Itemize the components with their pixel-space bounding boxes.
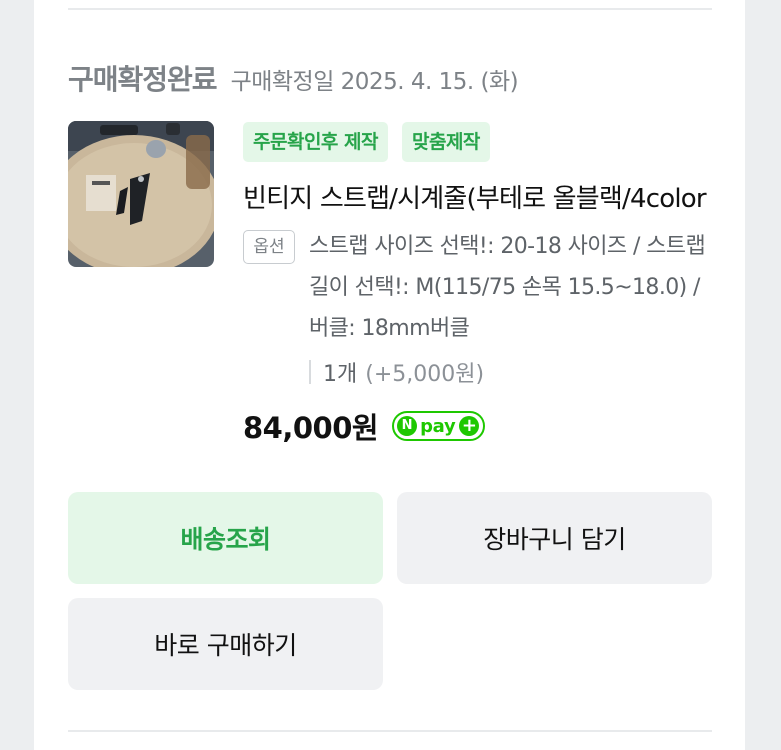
quantity-divider (309, 360, 311, 384)
extra-price: (+5,000원) (365, 362, 485, 387)
add-to-cart-button[interactable]: 장바구니 담기 (397, 492, 712, 584)
tag-custom-made: 맞춤제작 (401, 122, 490, 162)
npay-plus-badge: N pay + (392, 411, 486, 441)
product-price: 84,000원 (243, 411, 379, 445)
order-status: 구매확정완료 (68, 63, 218, 96)
quantity-row: 1개 (+5,000원) (309, 356, 484, 388)
npay-plus-icon: + (459, 416, 480, 436)
option-badge: 옵션 (243, 230, 295, 264)
order-card: 구매확정완료 구매확정일 2025. 4. 15. (화) 주문확인후 제작 맞… (34, 0, 745, 750)
buy-now-button[interactable]: 바로 구매하기 (68, 598, 383, 690)
order-status-row: 구매확정완료 구매확정일 2025. 4. 15. (화) (68, 58, 519, 98)
bottom-divider (68, 730, 712, 732)
npay-label: pay (420, 415, 456, 437)
product-thumbnail[interactable] (68, 121, 214, 267)
product-name[interactable]: 빈티지 스트랩/시계줄(부테로 올블랙/4color (243, 178, 713, 215)
track-delivery-button[interactable]: 배송조회 (68, 492, 383, 584)
price-row: 84,000원 N pay + (243, 405, 486, 447)
top-divider (68, 8, 712, 10)
npay-n-icon: N (397, 416, 418, 436)
option-text: 스트랩 사이즈 선택!: 20-18 사이즈 / 스트랩 길이 선택!: M(1… (309, 234, 706, 341)
quantity: 1개 (323, 362, 358, 387)
tag-made-to-order: 주문확인후 제작 (243, 122, 388, 162)
watch-strap-product-photo (68, 121, 214, 267)
product-tags: 주문확인후 제작 맞춤제작 (243, 122, 490, 162)
confirm-date: 구매확정일 2025. 4. 15. (화) (230, 69, 519, 95)
